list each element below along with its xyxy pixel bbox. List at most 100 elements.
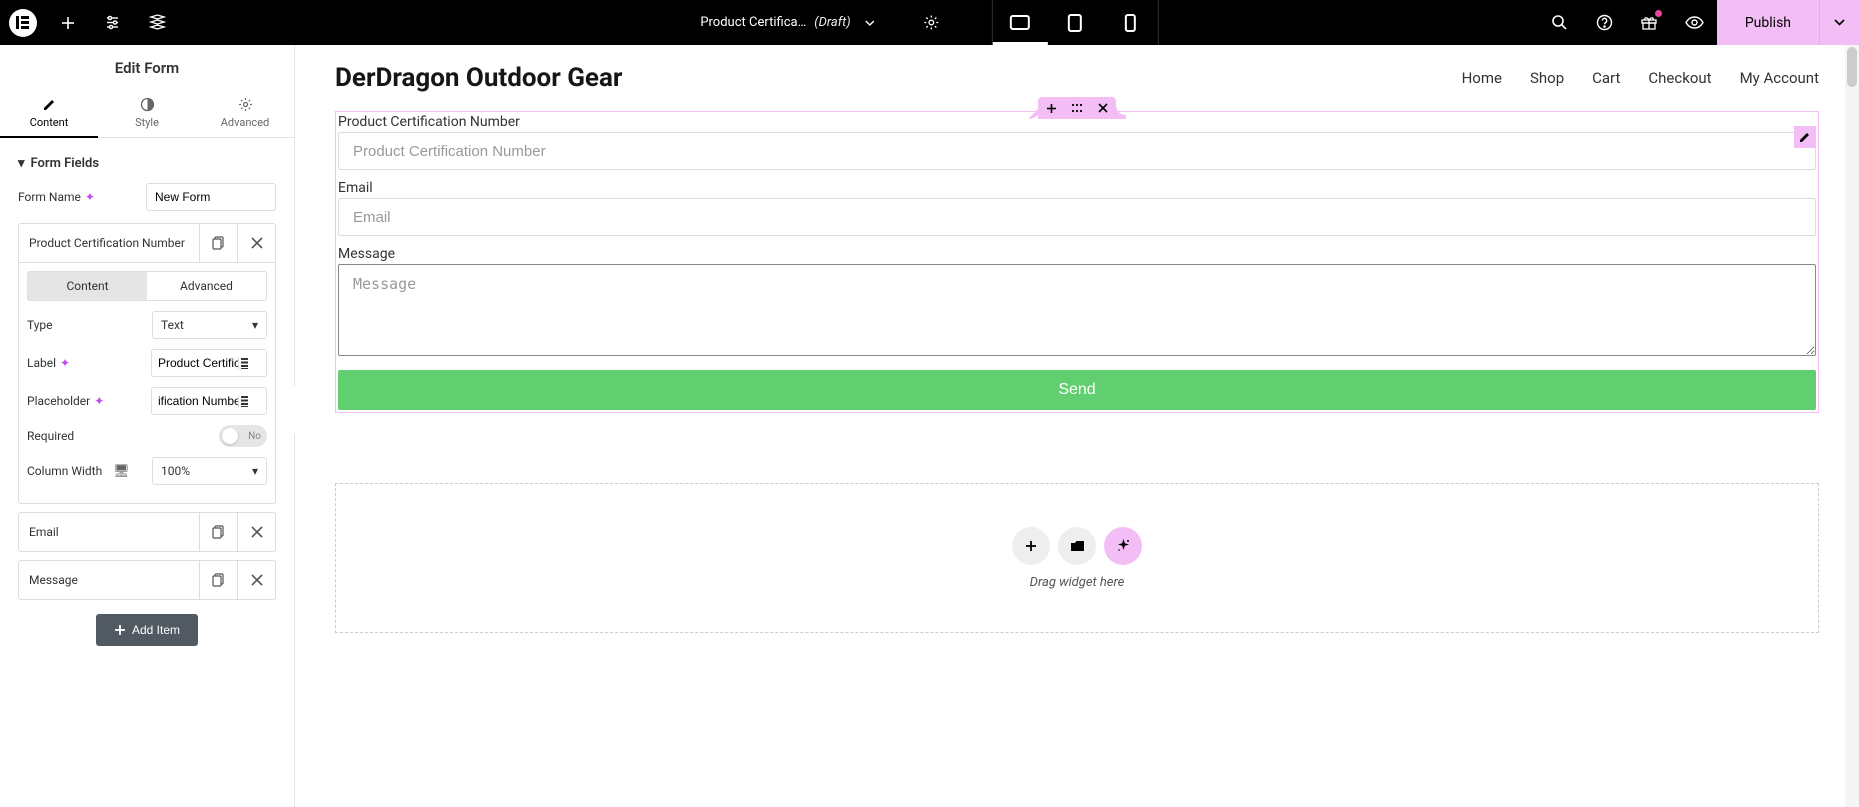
field-item-0-body: Content Advanced Type Text ▾ (19, 262, 275, 503)
page-settings-button[interactable] (909, 0, 954, 45)
site-title[interactable]: DerDragon Outdoor Gear (335, 63, 622, 93)
field-item-0-remove[interactable] (237, 224, 275, 262)
publish-button[interactable]: Publish (1717, 0, 1819, 45)
document-dropdown[interactable] (859, 20, 881, 26)
nav-home[interactable]: Home (1462, 69, 1502, 87)
form-field-1: Email (338, 180, 1816, 236)
field-item-0-title[interactable]: Product Certification Number (19, 236, 199, 250)
tab-style[interactable]: Style (98, 87, 196, 137)
field-item-1-title[interactable]: Email (19, 525, 199, 539)
dropzone-add[interactable] (1012, 527, 1050, 565)
ai-sparkle-icon[interactable]: ✦ (60, 356, 70, 370)
ai-sparkle-icon[interactable]: ✦ (94, 394, 104, 408)
nav-shop[interactable]: Shop (1530, 69, 1564, 87)
section-form-fields[interactable]: ▾ Form Fields (18, 150, 276, 183)
field-items-list: Product Certification Number Content Adv… (18, 223, 276, 600)
document-title[interactable]: Product Certifica… (700, 15, 806, 30)
required-label: Required (27, 429, 74, 443)
document-status: (Draft) (814, 15, 850, 30)
form-name-label: Form Name ✦ (18, 190, 95, 204)
topbar-center: Product Certifica… (Draft) (700, 0, 1158, 45)
gear-icon (238, 97, 253, 112)
content-panel: ▾ Form Fields Form Name ✦ Product Certif… (0, 138, 294, 807)
chevron-down-icon: ▾ (252, 318, 258, 332)
whats-new-button[interactable] (1627, 0, 1672, 45)
help-button[interactable] (1582, 0, 1627, 45)
dropzone-ai[interactable] (1104, 527, 1142, 565)
site-settings-button[interactable] (90, 0, 135, 45)
nav-checkout[interactable]: Checkout (1648, 69, 1711, 87)
field-item-2-remove[interactable] (237, 561, 275, 599)
label-input-wrap (151, 349, 267, 377)
form-name-input[interactable] (146, 183, 276, 211)
scrollbar[interactable] (1845, 45, 1859, 807)
style-icon (140, 97, 155, 112)
subtab-advanced[interactable]: Advanced (147, 272, 266, 300)
device-desktop[interactable] (993, 0, 1048, 45)
device-tablet[interactable] (1048, 0, 1103, 45)
section-toolbar (1038, 97, 1116, 119)
device-mobile[interactable] (1103, 0, 1158, 45)
mobile-icon (1125, 14, 1136, 32)
publish-options[interactable] (1819, 0, 1859, 45)
form-field-1-input[interactable] (338, 198, 1816, 236)
colwidth-select[interactable]: 100% ▾ (152, 457, 267, 485)
structure-button[interactable] (135, 0, 180, 45)
dynamic-tags-icon[interactable] (238, 357, 260, 370)
dynamic-tags-icon[interactable] (238, 395, 260, 408)
form-field-2-input[interactable] (338, 264, 1816, 356)
elementor-logo-icon (9, 9, 37, 37)
placeholder-label: Placeholder ✦ (27, 394, 104, 408)
subtab-content[interactable]: Content (28, 272, 147, 300)
editor-tabs: Content Style Advanced (0, 87, 294, 138)
form-field-0-input[interactable] (338, 132, 1816, 170)
section-drag-handle[interactable] (1064, 97, 1090, 119)
tablet-icon (1068, 14, 1082, 32)
topbar-right: Publish (1537, 0, 1859, 45)
add-item-button[interactable]: Add Item (96, 614, 198, 646)
tab-content[interactable]: Content (0, 87, 98, 137)
nav-account[interactable]: My Account (1740, 69, 1819, 87)
field-item-2-title[interactable]: Message (19, 573, 199, 587)
type-select[interactable]: Text ▾ (152, 311, 267, 339)
placeholder-input[interactable] (158, 394, 238, 408)
tab-advanced-label: Advanced (221, 116, 269, 129)
field-item-0: Product Certification Number Content Adv… (18, 223, 276, 504)
form-field-1-label: Email (338, 180, 1816, 196)
field-item-0-duplicate[interactable] (199, 224, 237, 262)
required-toggle[interactable]: No (219, 425, 267, 447)
placeholder-input-wrap (151, 387, 267, 415)
dropzone-templates[interactable] (1058, 527, 1096, 565)
preview-button[interactable] (1672, 0, 1717, 45)
tab-advanced[interactable]: Advanced (196, 87, 294, 137)
field-item-2: Message (18, 560, 276, 600)
widget-dropzone[interactable]: Drag widget here (335, 483, 1819, 633)
form-submit-button[interactable]: Send (338, 370, 1816, 410)
label-label: Label ✦ (27, 356, 70, 370)
colwidth-label: Column Width 🖥 (27, 464, 130, 479)
desktop-icon (1010, 15, 1030, 30)
form-widget[interactable]: Product Certification Number Email Messa… (335, 111, 1819, 413)
sidebar-title: Edit Form (0, 45, 294, 87)
type-label: Type (27, 318, 53, 332)
caret-down-icon: ▾ (18, 156, 25, 171)
widget-edit-handle[interactable] (1794, 126, 1816, 148)
field-item-1-duplicate[interactable] (199, 513, 237, 551)
section-add[interactable] (1038, 97, 1064, 119)
field-subtabs: Content Advanced (27, 271, 267, 301)
editor-sidebar: Edit Form Content Style Advanced (0, 45, 295, 807)
field-item-2-duplicate[interactable] (199, 561, 237, 599)
label-input[interactable] (158, 356, 238, 370)
section-delete[interactable] (1090, 97, 1116, 119)
finder-button[interactable] (1537, 0, 1582, 45)
dropzone-text: Drag widget here (1030, 575, 1125, 590)
elementor-logo[interactable] (0, 0, 45, 45)
pencil-icon (42, 97, 57, 112)
ai-sparkle-icon[interactable]: ✦ (85, 190, 95, 204)
responsive-icon[interactable]: 🖥 (113, 464, 130, 479)
field-item-1-remove[interactable] (237, 513, 275, 551)
add-element-button[interactable] (45, 0, 90, 45)
form-name-row: Form Name ✦ (18, 183, 276, 211)
preview-canvas: DerDragon Outdoor Gear Home Shop Cart Ch… (295, 45, 1859, 807)
nav-cart[interactable]: Cart (1592, 69, 1620, 87)
